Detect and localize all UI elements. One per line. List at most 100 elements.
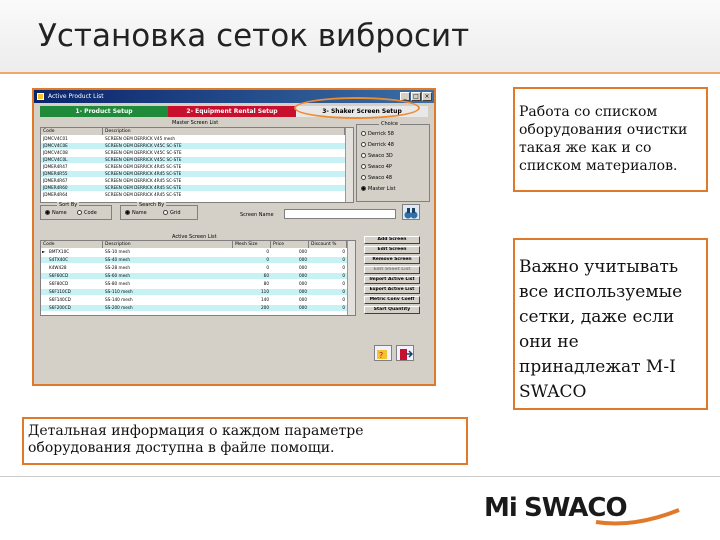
cell-price: 000 [299, 281, 307, 286]
column-header[interactable]: Price [271, 241, 309, 248]
cell-code: K4W428 [49, 265, 67, 270]
cell-description: SCREEN OEM DERRICK 4R45 SC-STE [105, 192, 182, 197]
table-row[interactable]: JDMER4R64 SCREEN OEM DERRICK 4R45 SC-STE [41, 192, 345, 198]
table-row[interactable]: S6F60CD SS-60 mesh 60 000 0 [41, 273, 347, 279]
sort-by-radio[interactable]: Code [77, 210, 97, 216]
table-row[interactable]: JDMCV4C0E SCREEN OEM DERRICK V45C SC-STE [41, 143, 345, 149]
search-binoculars-icon[interactable] [402, 204, 420, 220]
column-header[interactable]: Description [103, 128, 345, 135]
cell-description: SCREEN OEM DERRICK 4R45 SC-STE [105, 185, 182, 190]
table-row[interactable]: ► BMTX10C SS-10 mesh 0 000 0 [41, 249, 347, 255]
start-quantity-button[interactable]: Start Quantity [364, 306, 420, 314]
active-screen-grid[interactable]: Code Description Mesh Size Price Discoun… [40, 240, 356, 316]
table-row[interactable]: S6F110CD SS-110 mesh 110 000 0 [41, 289, 347, 295]
column-header[interactable]: Code [41, 241, 103, 248]
tab-equipment-rental-setup[interactable]: 2- Equipment Rental Setup [168, 106, 296, 117]
edit-sheet-list-button[interactable]: Edit Sheet List [364, 266, 420, 274]
radio-label: Name [52, 210, 67, 216]
cell-discount: 0 [342, 289, 345, 294]
table-row[interactable]: S4TX40C SS-40 mesh 0 000 0 [41, 257, 347, 263]
cell-description: SCREEN OEM DERRICK 4R45 SC-STE [105, 171, 182, 176]
cell-description: SS-28 mesh [105, 265, 130, 270]
cell-price: 000 [299, 257, 307, 262]
column-header[interactable]: Description [103, 241, 233, 248]
table-row[interactable]: K4W428 SS-28 mesh 0 000 0 [41, 265, 347, 271]
svg-text:Mi: Mi [484, 493, 517, 523]
column-header[interactable]: Mesh Size [233, 241, 271, 248]
radio-label: Swaco 3D [368, 153, 393, 159]
choice-radio[interactable]: Master List [361, 186, 395, 192]
cell-mesh-size: 80 [263, 281, 269, 286]
search-by-radio[interactable]: Grid [163, 210, 181, 216]
radio-circle-icon [77, 210, 82, 215]
cell-description: SS-10 mesh [105, 249, 130, 254]
cell-mesh-size: 200 [261, 305, 269, 310]
table-row[interactable]: JDMCV4C08 SCREEN OEM DERRICK V45C SC-STE [41, 150, 345, 156]
export-active-list-button[interactable]: Export Active List [364, 286, 420, 294]
cell-price: 000 [299, 289, 307, 294]
cell-description: SS-40 mesh [105, 257, 130, 262]
cell-code: S4TX40C [49, 257, 69, 262]
tab-product-setup[interactable]: 1- Product Setup [40, 106, 168, 117]
choice-radio[interactable]: Derrick 48 [361, 142, 394, 148]
choice-radio[interactable]: Swaco 4P [361, 164, 392, 170]
radio-label: Swaco 48 [368, 175, 393, 181]
sort-by-radio[interactable]: Name [45, 210, 67, 216]
cell-description: SS-200 mesh [105, 305, 133, 310]
cell-price: 000 [299, 273, 307, 278]
cell-code: BMTX10C [49, 249, 70, 254]
close-icon[interactable]: × [422, 92, 432, 101]
column-header[interactable]: Discount % [309, 241, 347, 248]
row-pointer-icon: ► [42, 249, 46, 254]
cell-description: SCREEN OEM DERRICK 4R45 SC-STE [105, 164, 182, 169]
radio-label: Master List [368, 186, 396, 192]
cell-mesh-size: 0 [266, 249, 269, 254]
column-header[interactable]: Code [41, 128, 103, 135]
table-row[interactable]: JDMER4R60 SCREEN OEM DERRICK 4R45 SC-STE [41, 185, 345, 191]
edit-screen-button[interactable]: Edit Screen [364, 246, 420, 254]
choice-radio[interactable]: Swaco 48 [361, 175, 392, 181]
cell-discount: 0 [342, 297, 345, 302]
cell-code: S6F140CD [49, 297, 71, 302]
vertical-scrollbar[interactable] [347, 241, 355, 315]
cell-description: SS-60 mesh [105, 273, 130, 278]
help-icon[interactable]: ? [374, 345, 392, 361]
active-product-list-window: Active Product List _ □ × 1- Product Set… [32, 88, 436, 386]
cell-mesh-size: 0 [266, 257, 269, 262]
choice-radio[interactable]: Derrick 58 [361, 131, 394, 137]
table-row[interactable]: JDMER4R47 SCREEN OEM DERRICK 4R45 SC-STE [41, 164, 345, 170]
choice-radio[interactable]: Swaco 3D [361, 153, 393, 159]
add-screen-button[interactable]: Add Screen [364, 236, 420, 244]
remove-screen-button[interactable]: Remove Screen [364, 256, 420, 264]
radio-circle-icon [163, 210, 168, 215]
table-row[interactable]: S6F140CD SS-140 mesh 140 000 0 [41, 297, 347, 303]
search-by-radio[interactable]: Name [125, 210, 147, 216]
svg-text:?: ? [379, 351, 383, 360]
radio-circle-icon [361, 131, 366, 136]
table-row[interactable]: JDMER4R67 SCREEN OEM DERRICK 4R45 SC-STE [41, 178, 345, 184]
sort-by-caption: Sort By [57, 202, 80, 208]
cell-code: JDMCV4C08 [43, 150, 68, 155]
table-row[interactable]: JDMCV4C0L SCREEN OEM DERRICK V45C SC-STE [41, 157, 345, 163]
table-row[interactable]: JDMCV4C01 SCREEN OEM DERRICK V45 mesh [41, 136, 345, 142]
cell-code: JDMER4R60 [43, 185, 68, 190]
table-row[interactable]: JDMER4R55 SCREEN OEM DERRICK 4R45 SC-STE [41, 171, 345, 177]
import-active-list-button[interactable]: Import Active List [364, 276, 420, 284]
radio-label: Name [132, 210, 147, 216]
master-list-caption: Master Screen List [172, 120, 219, 126]
table-row[interactable]: S6F200CD SS-200 mesh 200 000 0 [41, 305, 347, 311]
screen-name-input[interactable] [284, 209, 396, 219]
cell-mesh-size: 60 [263, 273, 269, 278]
cell-price: 000 [299, 297, 307, 302]
cell-mesh-size: 110 [261, 289, 269, 294]
master-screen-grid[interactable]: Code Description JDMCV4C01 SCREEN OEM DER… [40, 127, 354, 203]
screen-name-label: Screen Name [240, 212, 274, 218]
table-row[interactable]: S6F80CD SS-80 mesh 80 000 0 [41, 281, 347, 287]
cell-description: SCREEN OEM DERRICK V45C SC-STE [105, 150, 182, 155]
maximize-icon[interactable]: □ [411, 92, 421, 101]
cell-code: JDMER4R47 [43, 164, 68, 169]
cell-code: S6F80CD [49, 281, 69, 286]
vertical-scrollbar[interactable] [345, 128, 353, 202]
metric-conv-coeff-button[interactable]: Metric Conv Coeff [364, 296, 420, 304]
exit-door-icon[interactable] [396, 345, 414, 361]
